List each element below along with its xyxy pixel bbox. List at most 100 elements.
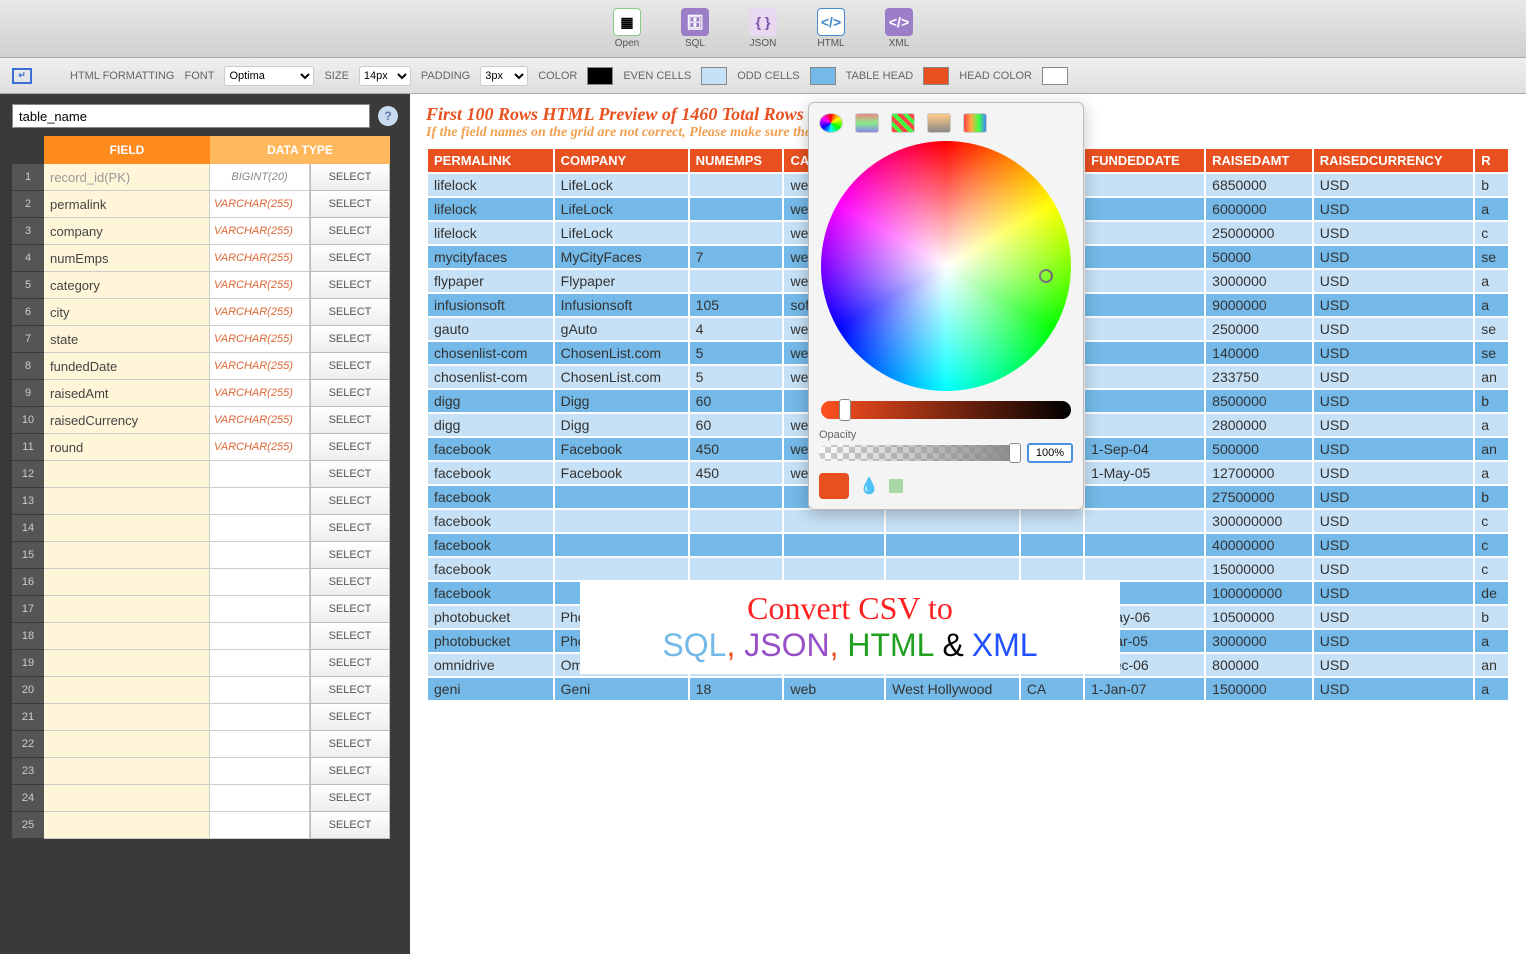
brightness-slider[interactable] — [821, 401, 1071, 419]
datatype-cell[interactable]: BIGINT(20) — [210, 164, 310, 191]
select-button[interactable]: SELECT — [310, 407, 390, 434]
tablehead-swatch[interactable] — [923, 67, 949, 85]
image-tab-icon[interactable] — [927, 113, 951, 133]
select-button[interactable]: SELECT — [310, 542, 390, 569]
table-name-input[interactable] — [12, 104, 370, 128]
oddcells-swatch[interactable] — [810, 67, 836, 85]
datatype-cell[interactable] — [210, 758, 310, 785]
datatype-cell[interactable] — [210, 650, 310, 677]
xml-button[interactable]: </> XML — [885, 8, 913, 49]
eyedropper-icon[interactable]: 💧 — [859, 476, 879, 496]
datatype-cell[interactable] — [210, 542, 310, 569]
wheel-crosshair-icon[interactable] — [1039, 269, 1053, 283]
json-button[interactable]: { } JSON — [749, 8, 777, 49]
datatype-cell[interactable] — [210, 488, 310, 515]
field-cell[interactable]: round — [44, 434, 210, 461]
field-cell[interactable] — [44, 542, 210, 569]
field-cell[interactable] — [44, 623, 210, 650]
datatype-cell[interactable] — [210, 461, 310, 488]
opacity-thumb[interactable] — [1009, 443, 1021, 463]
field-cell[interactable] — [44, 596, 210, 623]
select-button[interactable]: SELECT — [310, 272, 390, 299]
datatype-cell[interactable]: VARCHAR(255) — [210, 191, 310, 218]
field-cell[interactable] — [44, 488, 210, 515]
select-button[interactable]: SELECT — [310, 191, 390, 218]
datatype-cell[interactable] — [210, 812, 310, 839]
datatype-cell[interactable]: VARCHAR(255) — [210, 326, 310, 353]
select-button[interactable]: SELECT — [310, 461, 390, 488]
field-cell[interactable]: company — [44, 218, 210, 245]
previous-color-swatch[interactable] — [889, 479, 903, 493]
field-cell[interactable] — [44, 758, 210, 785]
field-cell[interactable]: city — [44, 299, 210, 326]
field-cell[interactable]: category — [44, 272, 210, 299]
select-button[interactable]: SELECT — [310, 785, 390, 812]
field-cell[interactable] — [44, 731, 210, 758]
select-button[interactable]: SELECT — [310, 812, 390, 839]
opacity-input[interactable] — [1027, 443, 1073, 463]
colorwheel-tab-icon[interactable] — [819, 113, 843, 133]
select-button[interactable]: SELECT — [310, 488, 390, 515]
select-button[interactable]: SELECT — [310, 569, 390, 596]
select-button[interactable]: SELECT — [310, 758, 390, 785]
select-button[interactable]: SELECT — [310, 326, 390, 353]
datatype-cell[interactable] — [210, 515, 310, 542]
evencells-swatch[interactable] — [701, 67, 727, 85]
field-cell[interactable] — [44, 677, 210, 704]
datatype-cell[interactable]: VARCHAR(255) — [210, 407, 310, 434]
select-button[interactable]: SELECT — [310, 623, 390, 650]
field-cell[interactable]: permalink — [44, 191, 210, 218]
field-cell[interactable] — [44, 650, 210, 677]
font-select[interactable]: Optima — [224, 66, 314, 86]
datatype-cell[interactable] — [210, 596, 310, 623]
select-button[interactable]: SELECT — [310, 704, 390, 731]
field-cell[interactable] — [44, 569, 210, 596]
datatype-cell[interactable]: VARCHAR(255) — [210, 272, 310, 299]
open-button[interactable]: ▦ Open — [613, 8, 641, 49]
opacity-slider[interactable] — [819, 445, 1021, 461]
field-cell[interactable]: raisedCurrency — [44, 407, 210, 434]
datatype-cell[interactable]: VARCHAR(255) — [210, 380, 310, 407]
select-button[interactable]: SELECT — [310, 731, 390, 758]
datatype-cell[interactable] — [210, 569, 310, 596]
datatype-cell[interactable] — [210, 731, 310, 758]
field-cell[interactable] — [44, 812, 210, 839]
headcolor-swatch[interactable] — [1042, 67, 1068, 85]
field-cell[interactable] — [44, 785, 210, 812]
field-cell[interactable]: state — [44, 326, 210, 353]
field-cell[interactable]: raisedAmt — [44, 380, 210, 407]
datatype-cell[interactable] — [210, 785, 310, 812]
field-cell[interactable]: fundedDate — [44, 353, 210, 380]
select-button[interactable]: SELECT — [310, 245, 390, 272]
color-wheel[interactable] — [821, 141, 1071, 391]
select-button[interactable]: SELECT — [310, 164, 390, 191]
datatype-cell[interactable]: VARCHAR(255) — [210, 218, 310, 245]
datatype-cell[interactable]: VARCHAR(255) — [210, 299, 310, 326]
datatype-cell[interactable] — [210, 704, 310, 731]
field-cell[interactable] — [44, 704, 210, 731]
brightness-thumb[interactable] — [839, 399, 851, 421]
select-button[interactable]: SELECT — [310, 380, 390, 407]
size-select[interactable]: 14px — [359, 66, 411, 86]
current-color-swatch[interactable] — [819, 473, 849, 499]
html-button[interactable]: </> HTML — [817, 8, 845, 49]
field-cell[interactable] — [44, 515, 210, 542]
palette-tab-icon[interactable] — [891, 113, 915, 133]
datatype-cell[interactable]: VARCHAR(255) — [210, 245, 310, 272]
select-button[interactable]: SELECT — [310, 677, 390, 704]
sliders-tab-icon[interactable] — [855, 113, 879, 133]
padding-select[interactable]: 3px — [480, 66, 528, 86]
datatype-cell[interactable]: VARCHAR(255) — [210, 434, 310, 461]
field-cell[interactable]: numEmps — [44, 245, 210, 272]
datatype-cell[interactable]: VARCHAR(255) — [210, 353, 310, 380]
select-button[interactable]: SELECT — [310, 650, 390, 677]
field-cell[interactable] — [44, 461, 210, 488]
select-button[interactable]: SELECT — [310, 218, 390, 245]
pencils-tab-icon[interactable] — [963, 113, 987, 133]
datatype-cell[interactable] — [210, 623, 310, 650]
sql-button[interactable]: 🗄 SQL — [681, 8, 709, 49]
select-button[interactable]: SELECT — [310, 596, 390, 623]
color-swatch[interactable] — [587, 67, 613, 85]
select-button[interactable]: SELECT — [310, 515, 390, 542]
field-cell[interactable]: record_id(PK) — [44, 164, 210, 191]
